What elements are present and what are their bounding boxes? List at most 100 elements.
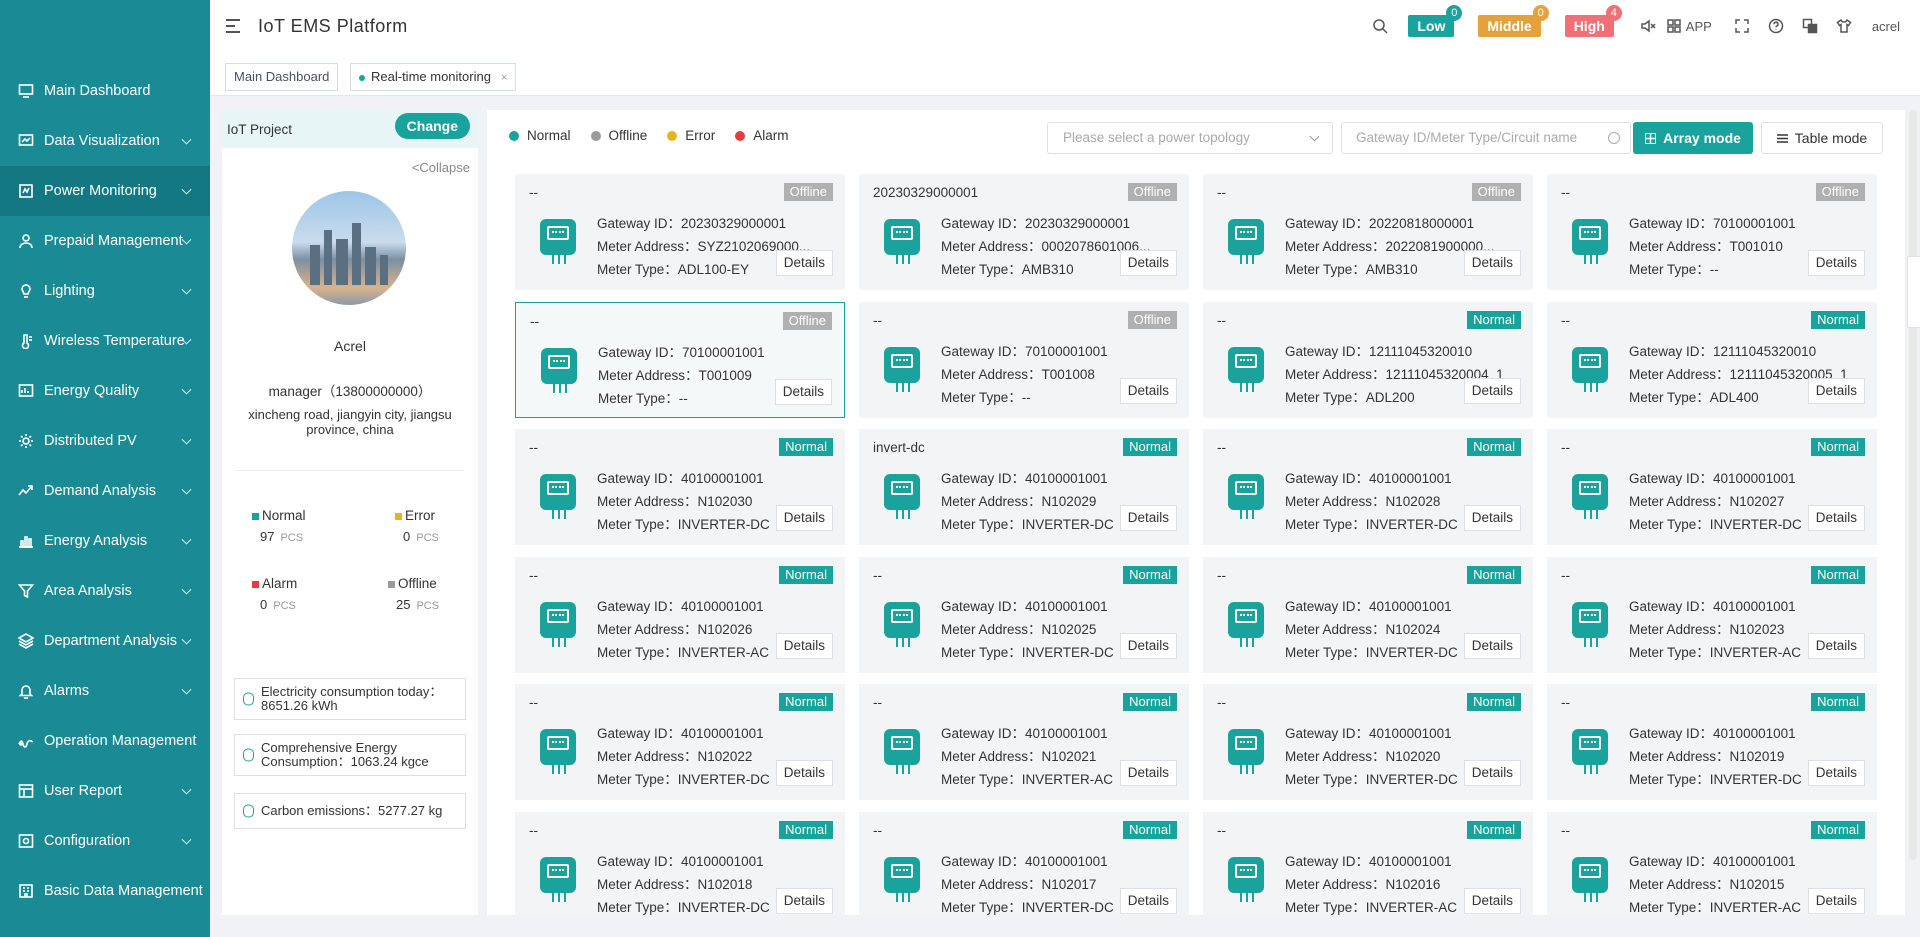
device-card[interactable]: -- Normal Gateway ID：12111045320010 Meter A… xyxy=(1547,301,1877,418)
wave-icon xyxy=(18,733,34,749)
sidebar-item-configuration[interactable]: Configuration xyxy=(0,816,210,866)
sidebar-item-main-dashboard[interactable]: Main Dashboard xyxy=(0,66,210,116)
thermometer-icon xyxy=(18,333,34,350)
fullscreen-icon[interactable] xyxy=(1734,18,1750,34)
device-card[interactable]: -- Normal Gateway ID：40100001001 Meter Addr… xyxy=(1547,811,1877,915)
sidebar-item-basic-data-management[interactable]: Basic Data Management xyxy=(0,866,210,916)
sidebar-item-label: Operation Management xyxy=(44,733,197,749)
chevron-down-icon xyxy=(181,384,192,395)
device-card[interactable]: -- Normal Gateway ID：40100001001 Meter Addr… xyxy=(1203,684,1533,800)
table-mode-button[interactable]: Table mode xyxy=(1761,122,1883,154)
status-badge: Normal xyxy=(1467,565,1521,584)
details-button[interactable]: Details xyxy=(1807,250,1865,276)
details-button[interactable]: Details xyxy=(1807,760,1865,786)
power-topology-select[interactable]: Please select a power topology xyxy=(1047,122,1333,154)
menu-toggle-icon[interactable] xyxy=(226,19,242,33)
alert-low-button[interactable]: Low 0 xyxy=(1408,5,1463,37)
theme-shirt-icon[interactable] xyxy=(1836,18,1852,34)
help-icon[interactable] xyxy=(1768,18,1784,34)
details-button[interactable]: Details xyxy=(1463,632,1521,659)
device-card[interactable]: -- Normal Gateway ID：40100001001 Meter Addr… xyxy=(859,556,1189,673)
details-button[interactable]: Details xyxy=(775,887,833,914)
device-card[interactable]: -- Normal Gateway ID：40100001001 Meter Addr… xyxy=(1203,556,1533,673)
details-button[interactable]: Details xyxy=(775,250,833,276)
details-button[interactable]: Details xyxy=(1463,760,1521,786)
details-button[interactable]: Details xyxy=(1119,250,1177,276)
device-card[interactable]: -- Normal Gateway ID：40100001001 Meter Addr… xyxy=(1547,429,1877,545)
change-project-button[interactable]: Change xyxy=(394,113,470,139)
user-name[interactable]: acrel xyxy=(1872,19,1900,34)
details-button[interactable]: Details xyxy=(1463,887,1521,914)
details-button[interactable]: Details xyxy=(1119,632,1177,659)
details-button[interactable]: Details xyxy=(775,632,833,659)
sidebar-item-operation-management[interactable]: Operation Management xyxy=(0,716,210,766)
language-icon[interactable] xyxy=(1802,18,1818,34)
device-card[interactable]: -- Normal Gateway ID：40100001001 Meter Addr… xyxy=(1203,429,1533,545)
details-button[interactable]: Details xyxy=(775,760,833,786)
details-button[interactable]: Details xyxy=(1807,377,1865,404)
sidebar-item-demand-analysis[interactable]: Demand Analysis xyxy=(0,466,210,516)
sidebar-item-lighting[interactable]: Lighting xyxy=(0,266,210,316)
scrollbar-thumb[interactable] xyxy=(1909,110,1917,860)
device-card[interactable]: -- Normal Gateway ID：40100001001 Meter Addr… xyxy=(859,811,1189,915)
details-button[interactable]: Details xyxy=(1807,632,1865,659)
status-badge: Normal xyxy=(1811,310,1865,329)
device-card[interactable]: -- Normal Gateway ID：40100001001 Meter Addr… xyxy=(859,684,1189,800)
side-float-button[interactable] xyxy=(1907,256,1920,328)
tab-real-time-monitoring[interactable]: Real-time monitoring × xyxy=(350,63,517,91)
device-card[interactable]: -- Normal Gateway ID：40100001001 Meter Addr… xyxy=(515,556,845,673)
gateway-id: Gateway ID：70100001001 xyxy=(941,343,1108,359)
device-card[interactable]: 20230329000001 Offline Gateway ID：20230329… xyxy=(859,174,1189,290)
search-icon[interactable] xyxy=(1372,18,1388,34)
details-button[interactable]: Details xyxy=(1463,377,1521,404)
details-button[interactable]: Details xyxy=(1463,250,1521,276)
details-button[interactable]: Details xyxy=(1119,377,1177,404)
details-button[interactable]: Details xyxy=(1807,887,1865,914)
device-card[interactable]: invert-dc Normal Gateway ID：40100001001 Met… xyxy=(859,429,1189,545)
sidebar-item-alarms[interactable]: Alarms xyxy=(0,666,210,716)
scrollbar[interactable] xyxy=(1905,110,1920,915)
chevron-down-icon xyxy=(181,284,192,295)
sidebar-item-data-visualization[interactable]: Data Visualization xyxy=(0,116,210,166)
sidebar-item-prepaid-management[interactable]: Prepaid Management xyxy=(0,216,210,266)
details-button[interactable]: Details xyxy=(775,505,833,531)
sidebar-item-power-monitoring[interactable]: Power Monitoring xyxy=(0,166,210,216)
details-button[interactable]: Details xyxy=(1119,760,1177,786)
sidebar-item-department-analysis[interactable]: Department Analysis xyxy=(0,616,210,666)
details-button[interactable]: Details xyxy=(774,378,832,405)
sidebar-item-distributed-pv[interactable]: Distributed PV xyxy=(0,416,210,466)
mute-icon[interactable] xyxy=(1640,18,1656,34)
electricity-icon xyxy=(243,692,254,706)
app-grid-icon[interactable] xyxy=(1666,18,1682,34)
alert-high-button[interactable]: High 4 xyxy=(1564,5,1622,37)
device-card[interactable]: -- Normal Gateway ID：40100001001 Meter Addr… xyxy=(515,684,845,800)
details-button[interactable]: Details xyxy=(1463,505,1521,531)
close-icon[interactable]: × xyxy=(501,72,507,84)
device-card[interactable]: -- Normal Gateway ID：40100001001 Meter Addr… xyxy=(1203,811,1533,915)
alert-middle-button[interactable]: Middle 0 xyxy=(1478,5,1549,37)
details-button[interactable]: Details xyxy=(1119,505,1177,531)
device-card[interactable]: -- Normal Gateway ID：40100001001 Meter Addr… xyxy=(1547,684,1877,800)
device-card[interactable]: -- Offline Gateway ID：70100001001 Meter Add… xyxy=(859,301,1189,418)
tab-main-dashboard[interactable]: Main Dashboard xyxy=(225,63,339,91)
device-card[interactable]: -- Offline Gateway ID：70100001001 Meter Add… xyxy=(515,301,845,418)
device-card[interactable]: -- Offline Gateway ID：20220818000001 Meter … xyxy=(1203,174,1533,290)
search-input[interactable]: Gateway ID/Meter Type/Circuit name xyxy=(1341,122,1631,154)
details-button[interactable]: Details xyxy=(1807,505,1865,531)
details-button[interactable]: Details xyxy=(1119,887,1177,914)
device-card[interactable]: -- Normal Gateway ID：12111045320010 Meter A… xyxy=(1203,301,1533,418)
collapse-link[interactable]: <Collapse xyxy=(412,160,470,175)
device-card[interactable]: -- Normal Gateway ID：40100001001 Meter Addr… xyxy=(515,811,845,915)
sidebar-item-user-report[interactable]: User Report xyxy=(0,766,210,816)
app-link[interactable]: APP xyxy=(1686,19,1712,34)
array-mode-button[interactable]: Array mode xyxy=(1633,122,1753,154)
sidebar-item-wireless-temperature[interactable]: Wireless Temperature xyxy=(0,316,210,366)
sidebar-item-energy-analysis[interactable]: Energy Analysis xyxy=(0,516,210,566)
device-card[interactable]: -- Offline Gateway ID：20230329000001 Meter … xyxy=(515,174,845,290)
device-card[interactable]: -- Offline Gateway ID：70100001001 Meter Add… xyxy=(1547,174,1877,290)
device-card[interactable]: -- Normal Gateway ID：40100001001 Meter Addr… xyxy=(515,429,845,545)
sidebar-item-area-analysis[interactable]: Area Analysis xyxy=(0,566,210,616)
device-card[interactable]: -- Normal Gateway ID：40100001001 Meter Addr… xyxy=(1547,556,1877,673)
device-name: -- xyxy=(1561,695,1570,710)
sidebar-item-energy-quality[interactable]: Energy Quality xyxy=(0,366,210,416)
